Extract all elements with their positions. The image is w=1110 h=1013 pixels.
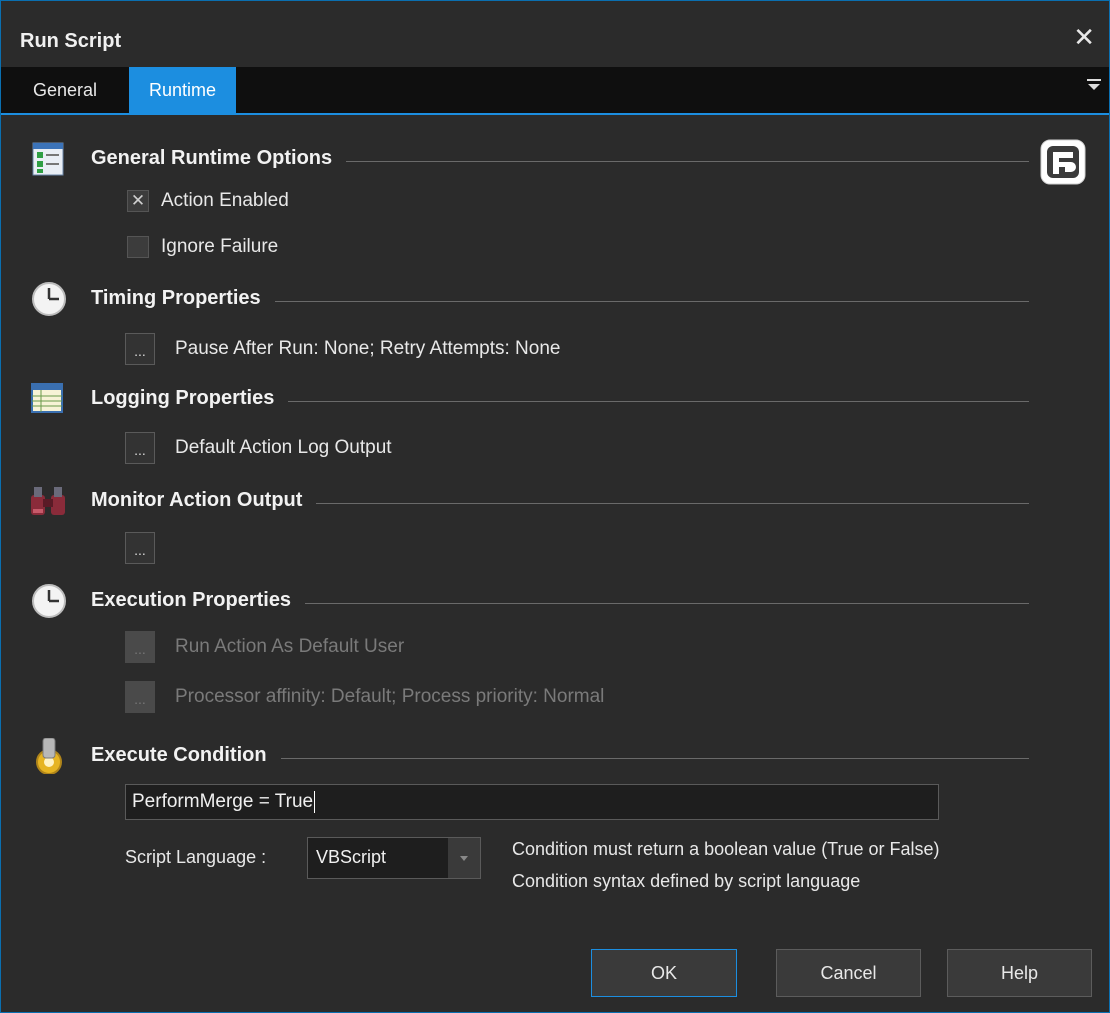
timing-properties-button[interactable]: ... [125, 333, 155, 365]
script-language-value: VBScript [316, 847, 387, 867]
cancel-button[interactable]: Cancel [776, 949, 921, 997]
action-enabled-option[interactable]: ✕ Action Enabled [127, 186, 527, 218]
ignore-failure-label: Ignore Failure [161, 236, 279, 257]
script-language-select[interactable]: VBScript [307, 837, 481, 879]
condition-note-syntax: Condition syntax defined by script langu… [512, 871, 861, 891]
section-title: Monitor Action Output [91, 489, 317, 512]
checklist-icon [32, 142, 64, 176]
tab-runtime[interactable]: Runtime [129, 67, 237, 113]
condition-input[interactable]: PerformMerge = True [125, 784, 939, 820]
condition-note-boolean: Condition must return a boolean value (T… [512, 839, 940, 859]
chevron-down-icon[interactable] [448, 838, 480, 878]
section-execute-condition: Execute Condition [29, 738, 1029, 774]
section-title: Timing Properties [91, 287, 275, 310]
section-title: General Runtime Options [91, 147, 347, 170]
script-language-label: Script Language : [125, 847, 267, 867]
log-table-icon [31, 383, 63, 413]
timing-summary: Pause After Run: None; Retry Attempts: N… [175, 338, 561, 359]
text-caret [314, 790, 316, 813]
section-timing: Timing Properties [29, 281, 1029, 317]
app-logo-icon [1040, 139, 1086, 185]
section-monitor: Monitor Action Output [29, 483, 1029, 519]
run-script-dialog: Run Script ✕ General Runtime General Run… [0, 0, 1110, 1013]
run-as-button: ... [125, 631, 155, 663]
ignore-failure-option[interactable]: Ignore Failure [127, 232, 527, 264]
action-enabled-label: Action Enabled [161, 190, 289, 211]
run-as-label: Run Action As Default User [175, 636, 405, 657]
section-logging: Logging Properties [29, 381, 1029, 417]
help-button[interactable]: Help [947, 949, 1092, 997]
affinity-label: Processor affinity: Default; Process pri… [175, 686, 605, 707]
logging-properties-row: ... Default Action Log Output [125, 432, 725, 464]
timing-properties-row: ... Pause After Run: None; Retry Attempt… [125, 333, 725, 365]
tab-strip: General Runtime [1, 67, 1109, 115]
monitor-output-row: ... [125, 532, 325, 564]
binoculars-icon [31, 487, 65, 515]
affinity-row: ... Processor affinity: Default; Process… [125, 681, 725, 713]
close-icon[interactable]: ✕ [1073, 24, 1095, 50]
gear-cylinder-icon [36, 738, 62, 774]
title-bar: Run Script ✕ [1, 1, 1109, 67]
run-as-row: ... Run Action As Default User [125, 631, 725, 663]
logging-summary: Default Action Log Output [175, 437, 392, 458]
section-title: Execution Properties [91, 589, 306, 612]
condition-text: PerformMerge = True [132, 791, 314, 812]
action-enabled-checkbox[interactable]: ✕ [127, 190, 149, 212]
affinity-button: ... [125, 681, 155, 713]
section-title: Logging Properties [91, 387, 289, 410]
section-execution: Execution Properties [29, 583, 1029, 619]
window-title: Run Script [20, 30, 122, 52]
tab-menu-icon[interactable] [1087, 79, 1101, 95]
section-general-runtime: General Runtime Options [29, 141, 1029, 177]
section-title: Execute Condition [91, 744, 281, 767]
ignore-failure-checkbox[interactable] [127, 236, 149, 258]
logging-properties-button[interactable]: ... [125, 432, 155, 464]
ok-button[interactable]: OK [591, 949, 737, 997]
tab-general[interactable]: General [13, 67, 117, 113]
clock-icon [32, 282, 66, 316]
clock-icon [32, 584, 66, 618]
monitor-output-button[interactable]: ... [125, 532, 155, 564]
